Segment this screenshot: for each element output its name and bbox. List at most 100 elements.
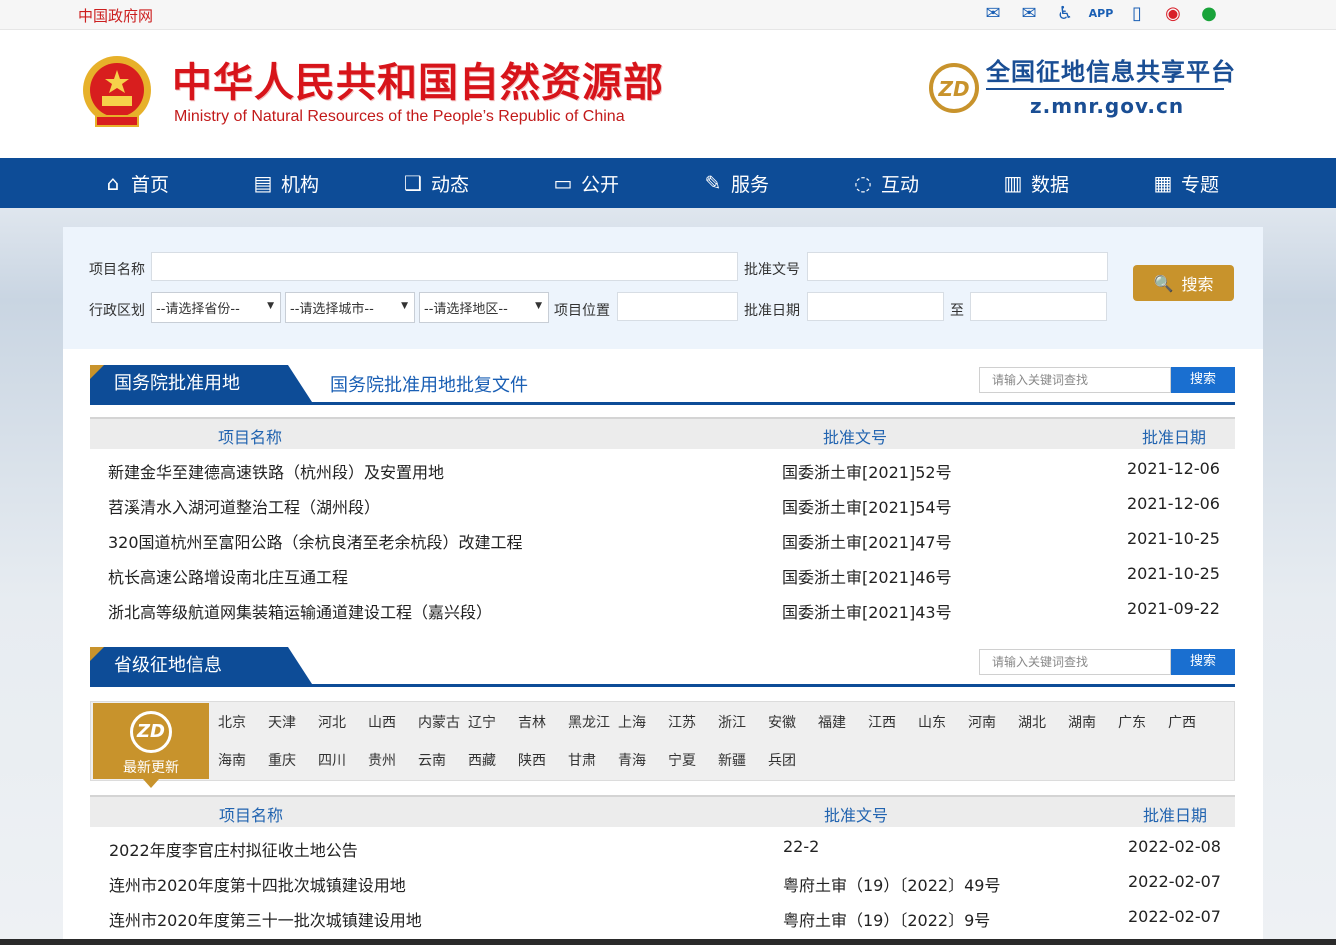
- table-row[interactable]: 2022年度李官庄村拟征收土地公告 22-2 2022-02-08: [90, 831, 1235, 866]
- zd-logo-icon: ZD: [929, 63, 979, 113]
- accessibility-icon[interactable]: ♿: [1052, 2, 1078, 26]
- project-name-input[interactable]: [151, 252, 738, 281]
- province-link[interactable]: 湖北: [1018, 712, 1046, 732]
- provincial-tab[interactable]: 省级征地信息: [90, 647, 312, 684]
- book-icon: ❑: [404, 171, 422, 195]
- gov-portal-link[interactable]: 中国政府网: [78, 5, 153, 26]
- search-button[interactable]: 🔍 搜索: [1133, 265, 1234, 301]
- state-council-search-button[interactable]: 搜索: [1171, 367, 1235, 393]
- state-council-subtitle[interactable]: 国务院批准用地批复文件: [330, 371, 528, 397]
- nav-item-topic[interactable]: ▦ 专题: [1151, 158, 1219, 208]
- province-link[interactable]: 广西: [1168, 712, 1196, 732]
- province-link[interactable]: 甘肃: [568, 750, 596, 770]
- province-link[interactable]: 福建: [818, 712, 846, 732]
- province-link[interactable]: 河北: [318, 712, 346, 732]
- main-nav: ⌂ 首页 ▤ 机构 ❑ 动态 ▭ 公开 ✎ 服务 ◌ 互动 ▥ 数据 ▦ 专题: [0, 158, 1336, 208]
- chevron-down-icon: ▼: [535, 301, 542, 311]
- provincial-search-input[interactable]: 请输入关键词查找: [979, 649, 1171, 675]
- mail-add-icon[interactable]: ✉: [1016, 2, 1042, 26]
- latest-update-badge[interactable]: ZD 最新更新: [93, 703, 209, 788]
- document-icon: ▦: [1153, 171, 1173, 195]
- province-link[interactable]: 四川: [318, 750, 346, 770]
- province-link[interactable]: 安徽: [768, 712, 796, 732]
- table-row[interactable]: 浙北高等级航道网集装箱运输通道建设工程（嘉兴段） 国委浙土审[2021]43号 …: [90, 593, 1235, 628]
- table-row[interactable]: 苕溪清水入湖河道整治工程（湖州段） 国委浙土审[2021]54号 2021-12…: [90, 488, 1235, 523]
- province-link[interactable]: 山西: [368, 712, 396, 732]
- date-to-input[interactable]: [970, 292, 1107, 321]
- approval-no-input[interactable]: [807, 252, 1108, 281]
- province-link[interactable]: 湖南: [1068, 712, 1096, 732]
- province-link[interactable]: 兵团: [768, 750, 796, 770]
- mobile-icon[interactable]: ▯: [1124, 2, 1150, 26]
- latest-update-label: 最新更新: [123, 760, 179, 776]
- province-selector: ZD 最新更新 北京 天津 河北 山西 内蒙古 辽宁 吉林 黑龙江 上海 江苏 浙江 安徽 福建 江西 山东…: [90, 701, 1235, 788]
- platform-divider: [986, 88, 1224, 90]
- location-input[interactable]: [617, 292, 738, 321]
- province-link[interactable]: 北京: [218, 712, 246, 732]
- state-council-search-input[interactable]: 请输入关键词查找: [979, 367, 1171, 393]
- nav-item-home[interactable]: ⌂ 首页: [101, 158, 169, 208]
- district-select[interactable]: --请选择地区-- ▼: [419, 292, 549, 323]
- province-link[interactable]: 山东: [918, 712, 946, 732]
- province-link[interactable]: 宁夏: [668, 750, 696, 770]
- province-link[interactable]: 海南: [218, 750, 246, 770]
- top-bar: 中国政府网 ✉ ✉ ♿ APP ▯ ◉ ●: [0, 0, 1336, 30]
- province-link[interactable]: 浙江: [718, 712, 746, 732]
- location-label: 项目位置: [554, 303, 610, 319]
- nav-item-public[interactable]: ▭ 公开: [551, 158, 619, 208]
- province-link[interactable]: 贵州: [368, 750, 396, 770]
- province-link[interactable]: 上海: [618, 712, 646, 732]
- state-council-table-header: 项目名称 批准文号 批准日期: [90, 417, 1235, 449]
- date-from-input[interactable]: [807, 292, 944, 321]
- column-header-approval-date: 批准日期: [1143, 806, 1208, 825]
- nav-item-data[interactable]: ▥ 数据: [1001, 158, 1069, 208]
- province-link[interactable]: 吉林: [518, 712, 546, 732]
- national-emblem-icon: [83, 56, 151, 127]
- province-link[interactable]: 江苏: [668, 712, 696, 732]
- table-row[interactable]: 连州市2020年度第十四批次城镇建设用地 粤府土审（19）〔2022〕49号 2…: [90, 866, 1235, 901]
- province-link[interactable]: 江西: [868, 712, 896, 732]
- wechat-icon[interactable]: ●: [1196, 2, 1222, 26]
- approval-no-label: 批准文号: [744, 262, 800, 278]
- column-header-approval-date: 批准日期: [1142, 428, 1207, 447]
- mail-icon[interactable]: ✉: [980, 2, 1006, 26]
- province-link[interactable]: 云南: [418, 750, 446, 770]
- column-header-project-name: 项目名称: [219, 806, 284, 825]
- search-icon: 🔍: [1153, 273, 1174, 293]
- approval-date-label: 批准日期: [744, 303, 800, 319]
- province-link[interactable]: 辽宁: [468, 712, 496, 732]
- province-link[interactable]: 黑龙江: [568, 712, 610, 732]
- province-link[interactable]: 青海: [618, 750, 646, 770]
- table-row[interactable]: 杭长高速公路增设南北庄互通工程 国委浙土审[2021]46号 2021-10-2…: [90, 558, 1235, 593]
- table-row[interactable]: 新建金华至建德高速铁路（杭州段）及安置用地 国委浙土审[2021]52号 202…: [90, 453, 1235, 488]
- weibo-icon[interactable]: ◉: [1160, 2, 1186, 26]
- chevron-down-icon: ▼: [267, 301, 274, 311]
- home-icon: ⌂: [106, 171, 120, 195]
- province-link[interactable]: 新疆: [718, 750, 746, 770]
- nav-item-org[interactable]: ▤ 机构: [251, 158, 319, 208]
- state-council-tab[interactable]: 国务院批准用地: [90, 365, 312, 402]
- province-link[interactable]: 河南: [968, 712, 996, 732]
- column-header-project-name: 项目名称: [218, 428, 283, 447]
- province-link[interactable]: 广东: [1118, 712, 1146, 732]
- provincial-search-button[interactable]: 搜索: [1171, 649, 1235, 675]
- province-link[interactable]: 内蒙古: [418, 712, 460, 732]
- province-link[interactable]: 陕西: [518, 750, 546, 770]
- svg-text:ZD: ZD: [937, 77, 969, 101]
- nav-item-news[interactable]: ❑ 动态: [401, 158, 469, 208]
- monitor-icon: ▭: [553, 171, 573, 195]
- search-panel: 项目名称 批准文号 行政区划 --请选择省份-- ▼ --请选择城市-- ▼ --请…: [63, 227, 1263, 349]
- province-link[interactable]: 重庆: [268, 750, 296, 770]
- table-row[interactable]: 连州市2020年度第三十一批次城镇建设用地 粤府土审（19）〔2022〕9号 2…: [90, 901, 1235, 936]
- platform-name: 全国征地信息共享平台: [986, 58, 1236, 86]
- nav-item-service[interactable]: ✎ 服务: [701, 158, 769, 208]
- table-row[interactable]: 320国道杭州至富阳公路（余杭良渚至老余杭段）改建工程 国委浙土审[2021]4…: [90, 523, 1235, 558]
- state-council-header: 国务院批准用地 国务院批准用地批复文件 请输入关键词查找 搜索: [90, 365, 1235, 405]
- app-icon[interactable]: APP: [1088, 2, 1114, 26]
- province-link[interactable]: 西藏: [468, 750, 496, 770]
- city-select[interactable]: --请选择城市-- ▼: [285, 292, 415, 323]
- nav-item-interact[interactable]: ◌ 互动: [851, 158, 919, 208]
- province-link[interactable]: 天津: [268, 712, 296, 732]
- province-select[interactable]: --请选择省份-- ▼: [151, 292, 281, 323]
- org-name-cn: 中华人民共和国自然资源部: [172, 60, 664, 106]
